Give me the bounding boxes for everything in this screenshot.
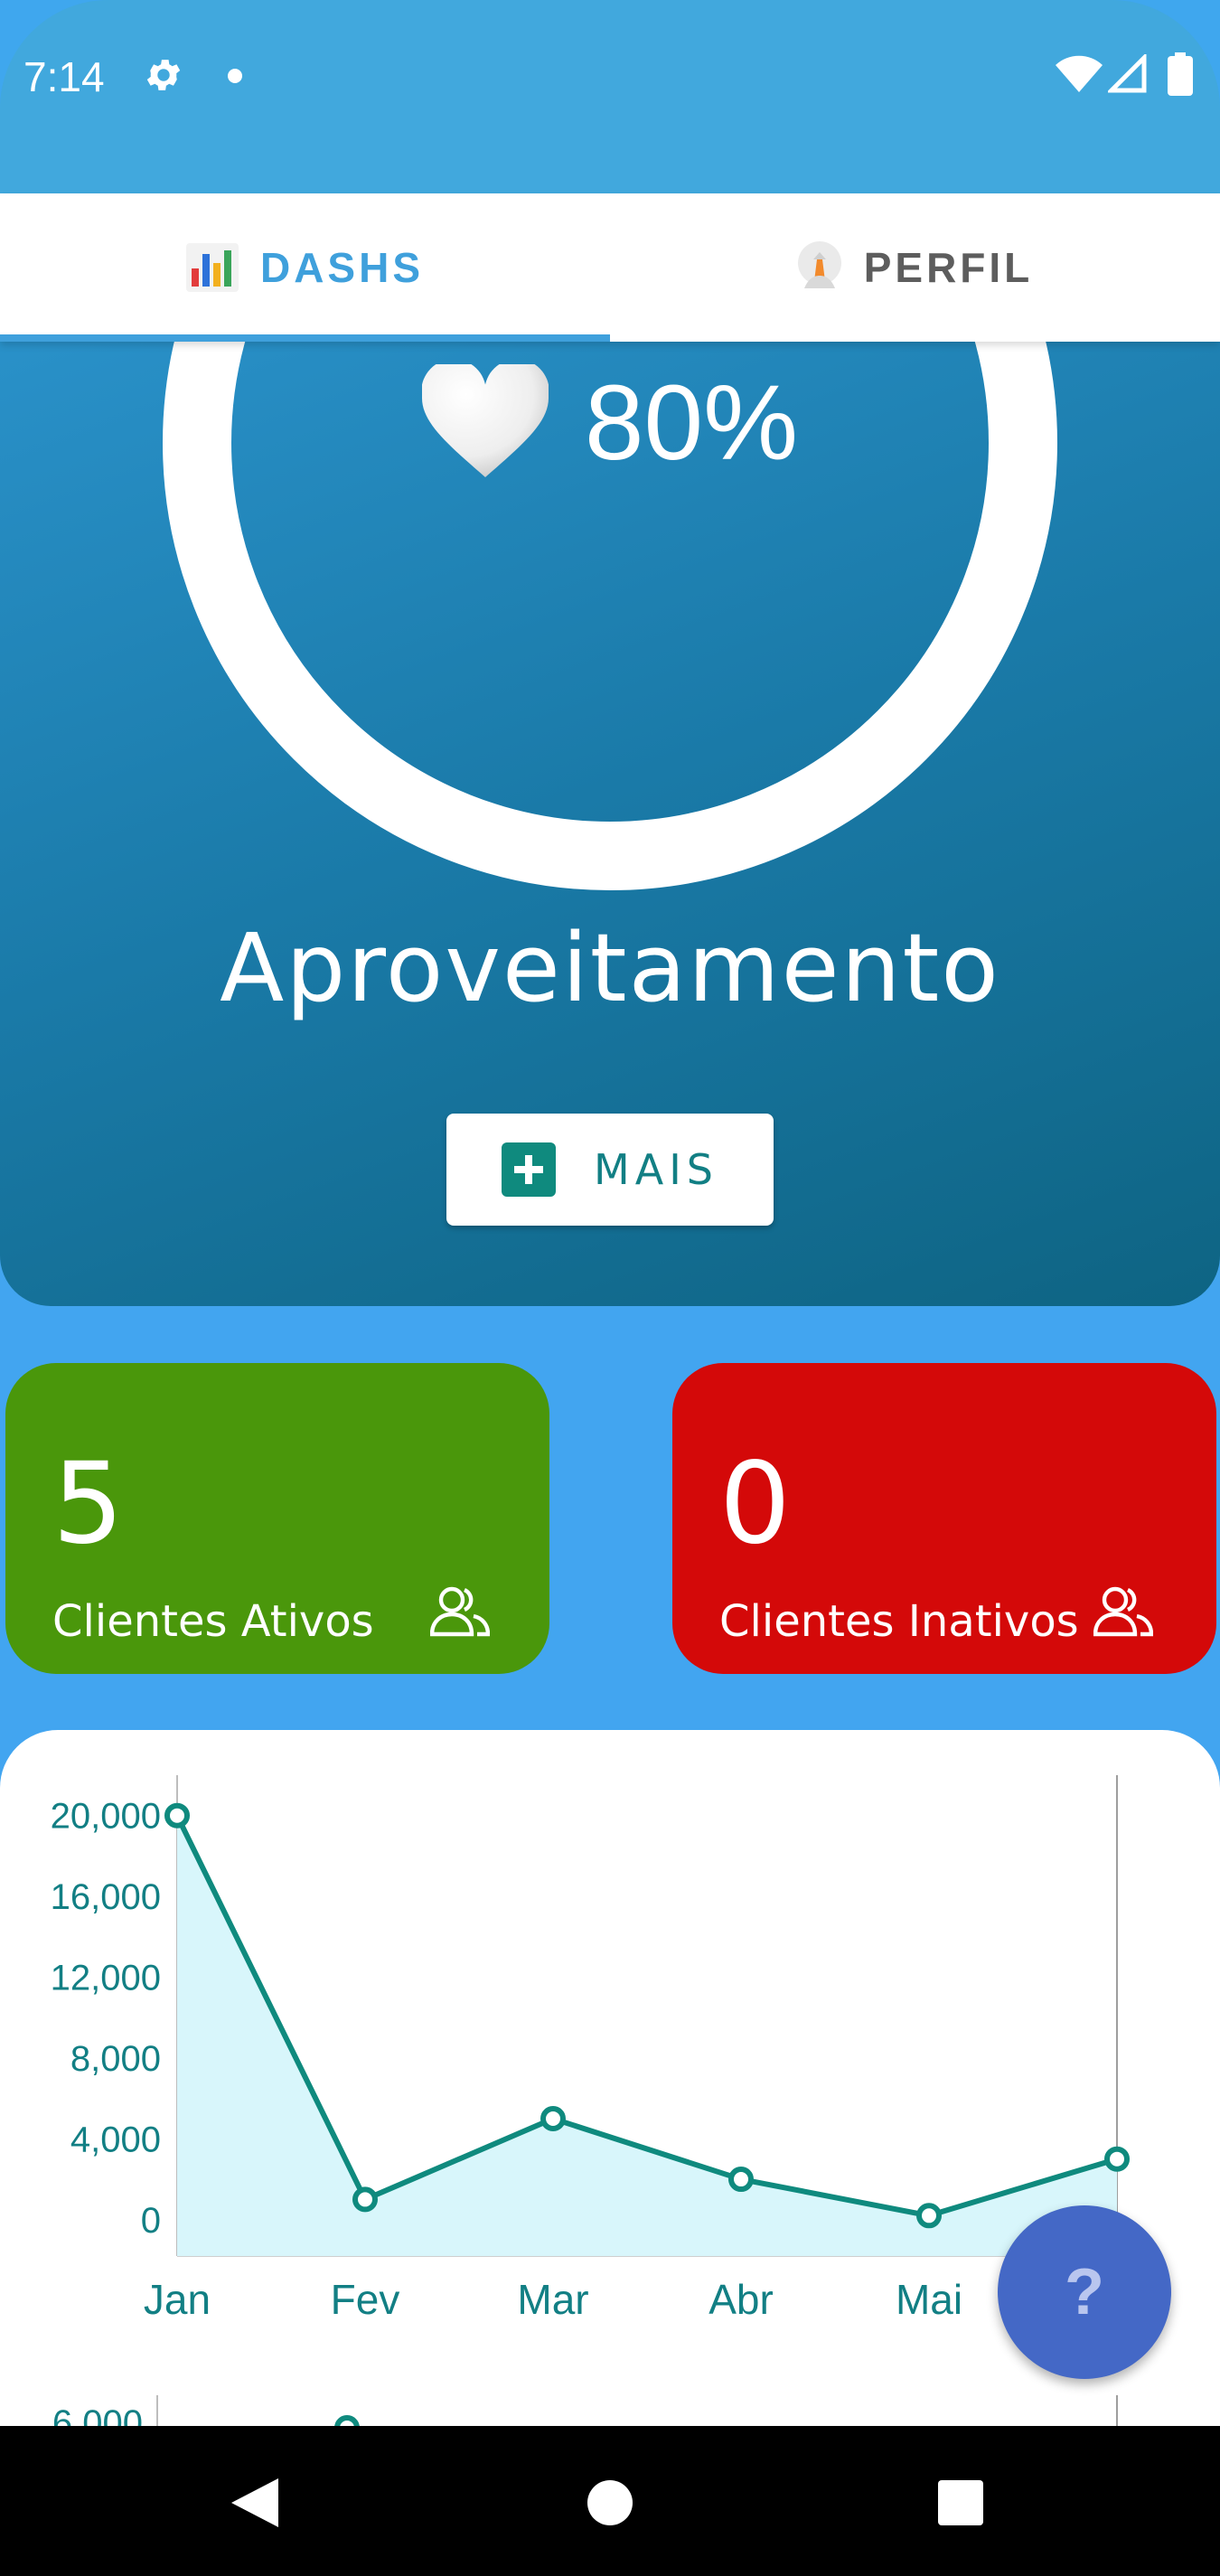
signal-icon <box>1108 54 1147 93</box>
performance-title: Aproveitamento <box>220 913 1000 1023</box>
users-icon <box>1093 1586 1153 1637</box>
data-point-mar <box>540 2106 566 2131</box>
notification-dot-icon <box>228 69 242 83</box>
inactive-clients-count: 0 <box>719 1439 791 1569</box>
inactive-clients-label: Clientes Inativos <box>719 1596 1079 1647</box>
phone-screen: 7:14 80% Aproveitamento MAIS DASHS PERFI… <box>0 0 1220 2576</box>
data-point-jan <box>164 1802 190 1829</box>
data-point-abr <box>728 2167 754 2193</box>
active-clients-card[interactable]: 5 Clientes Ativos <box>5 1363 549 1674</box>
tab-bar: DASHS PERFIL <box>0 193 1220 342</box>
x-tick-label: Jan <box>144 2276 211 2323</box>
tab-dashs[interactable]: DASHS <box>0 193 610 342</box>
recent-apps-icon[interactable] <box>938 2480 983 2525</box>
status-bar: 7:14 <box>0 0 1220 193</box>
bar-chart-icon <box>185 243 239 292</box>
performance-percent: 80% <box>584 363 799 483</box>
active-clients-label: Clientes Ativos <box>52 1596 374 1647</box>
y-tick-label: 16,000 <box>51 1877 161 1917</box>
performance-card: 80% Aproveitamento MAIS <box>0 271 1220 1306</box>
y-tick-label: 0 <box>141 2201 161 2241</box>
more-button[interactable]: MAIS <box>446 1114 774 1226</box>
home-icon[interactable] <box>587 2480 633 2525</box>
data-point-fev <box>352 2186 378 2213</box>
y-tick-label: 4,000 <box>70 2120 161 2159</box>
status-time: 7:14 <box>23 53 105 100</box>
x-tick-label: Fev <box>331 2276 400 2323</box>
battery-icon <box>1168 52 1193 96</box>
y-tick-label: 8,000 <box>70 2039 161 2079</box>
users-icon <box>430 1586 490 1637</box>
help-button[interactable]: ? <box>998 2205 1171 2379</box>
performance-value-row: 80% <box>0 362 1220 484</box>
back-icon[interactable] <box>231 2478 278 2527</box>
heart-icon <box>421 364 549 477</box>
gear-icon <box>146 60 181 90</box>
active-tab-indicator <box>0 334 610 342</box>
inactive-clients-card[interactable]: 0 Clientes Inativos <box>672 1363 1216 1674</box>
plus-icon <box>502 1142 557 1197</box>
tab-perfil-label: PERFIL <box>863 244 1034 291</box>
wifi-icon <box>1056 55 1103 92</box>
active-clients-count: 5 <box>52 1439 124 1569</box>
tab-perfil[interactable]: PERFIL <box>610 193 1220 342</box>
data-point-mai <box>916 2203 942 2229</box>
help-icon: ? <box>1065 2256 1104 2328</box>
person-tie-icon <box>797 241 841 288</box>
x-tick-label: Mar <box>517 2276 588 2323</box>
y-tick-label: 20,000 <box>51 1797 161 1837</box>
data-point-jun <box>1104 2146 1130 2172</box>
x-tick-label: Mai <box>896 2276 962 2323</box>
y-tick-label: 12,000 <box>51 1959 161 1998</box>
tab-dashs-label: DASHS <box>259 244 425 291</box>
series-area <box>177 1815 1117 2256</box>
more-button-label: MAIS <box>594 1145 718 1194</box>
x-tick-label: Abr <box>709 2276 774 2323</box>
